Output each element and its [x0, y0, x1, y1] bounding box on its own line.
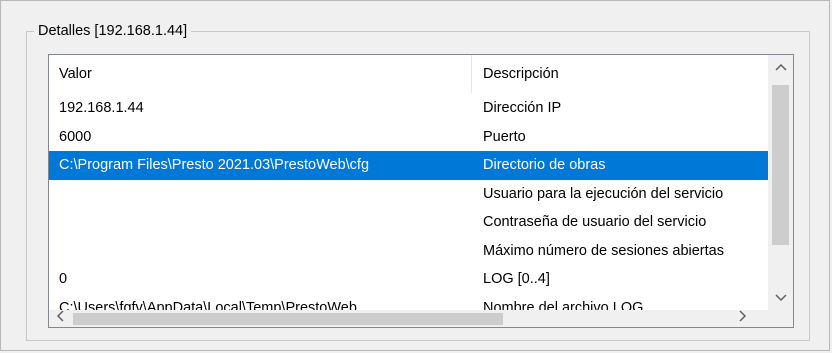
table-row[interactable]: 6000 Puerto: [49, 123, 768, 152]
cell-descripcion: Contraseña de usuario del servicio: [483, 214, 707, 230]
cell-descripcion: Directorio de obras: [483, 157, 606, 173]
vertical-scroll-thumb[interactable]: [772, 85, 789, 245]
table-row[interactable]: Contraseña de usuario del servicio: [49, 208, 768, 237]
table-row[interactable]: Máximo número de sesiones abiertas: [49, 237, 768, 266]
cell-descripcion: Dirección IP: [483, 100, 562, 116]
horizontal-scroll-thumb[interactable]: [73, 313, 503, 325]
scrollbar-corner: [768, 310, 793, 327]
cell-descripcion: Usuario para la ejecución del servicio: [483, 185, 724, 202]
column-header-valor[interactable]: Valor: [49, 55, 471, 93]
scroll-right-arrow-icon[interactable]: [732, 310, 754, 327]
cell-descripcion: Máximo número de sesiones abiertas: [483, 242, 724, 259]
table-row[interactable]: 0 LOG [0..4]: [49, 265, 768, 294]
details-listview[interactable]: Valor Descripción 192.168.1.44 Dirección …: [48, 54, 794, 328]
list-rows: 192.168.1.44 Dirección IP 6000 Puerto C:\Pro…: [49, 94, 768, 322]
list-header: Valor Descripción: [49, 55, 768, 93]
cell-valor: [49, 237, 471, 265]
scroll-down-arrow-icon[interactable]: [768, 286, 793, 310]
cell-valor: 6000: [59, 128, 92, 145]
horizontal-scrollbar[interactable]: [49, 310, 768, 327]
scroll-left-arrow-icon[interactable]: [49, 310, 71, 327]
cell-valor: 192.168.1.44: [59, 100, 144, 116]
cell-valor: [49, 208, 471, 236]
cell-descripcion: Puerto: [483, 128, 526, 145]
table-row[interactable]: Usuario para la ejecución del servicio: [49, 180, 768, 209]
cell-descripcion: LOG [0..4]: [483, 271, 550, 287]
column-header-descripcion[interactable]: Descripción: [471, 55, 768, 93]
cell-valor: [49, 180, 471, 208]
table-row[interactable]: C:\Program Files\Presto 2021.03\PrestoWe…: [49, 151, 768, 180]
details-groupbox-title: Detalles [192.168.1.44]: [34, 22, 192, 40]
cell-valor: C:\Program Files\Presto 2021.03\PrestoWe…: [59, 157, 370, 173]
cell-valor: 0: [59, 271, 68, 287]
table-row[interactable]: 192.168.1.44 Dirección IP: [49, 94, 768, 123]
vertical-scrollbar[interactable]: [768, 55, 793, 310]
scroll-up-arrow-icon[interactable]: [768, 55, 793, 79]
